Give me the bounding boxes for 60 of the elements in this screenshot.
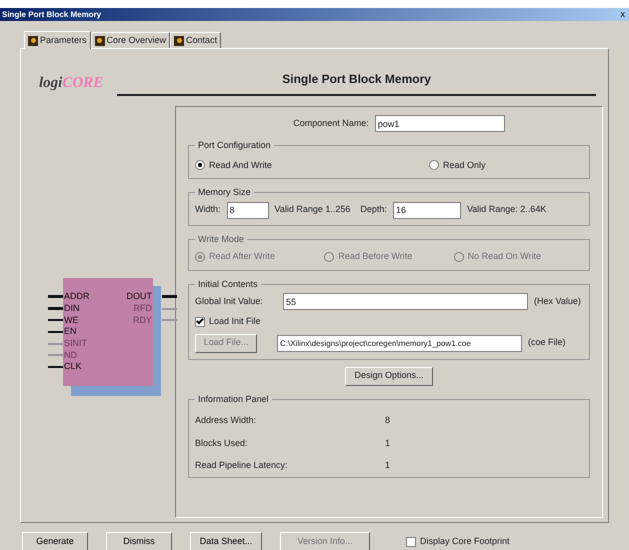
tab[interactable]: Core Overview [90, 32, 170, 48]
info-label: Address Width: [195, 414, 258, 427]
field-hint: (Hex Value) [534, 294, 581, 308]
pin-label: ND [64, 350, 77, 360]
info-value: 8 [385, 414, 390, 427]
info-label: Read Pipeline Latency: [195, 459, 289, 472]
tab[interactable]: Parameters [24, 31, 91, 49]
tab-icon [28, 36, 38, 46]
field-hint: (coe File) [528, 336, 566, 350]
checkbox[interactable] [195, 316, 205, 327]
checkbox-label: Display Core Footprint [420, 534, 510, 548]
global-init-field[interactable]: 55 [283, 293, 528, 310]
radio-label: Read Only [443, 158, 486, 172]
tab-icon [94, 36, 105, 46]
radio-button[interactable] [429, 160, 439, 170]
radio-label: No Read On Write [468, 250, 542, 263]
checkbox-label: Load Init File [209, 315, 261, 328]
component-name-field[interactable]: pow1 [374, 115, 505, 132]
pin-label: DIN [64, 304, 80, 314]
window-title: Single Port Block Memory [2, 8, 102, 20]
radio-label: Read And Write [209, 158, 272, 172]
info-label: Blocks Used: [195, 436, 249, 450]
field-label: Component Name: [293, 116, 369, 130]
file-path-field[interactable]: C:\Xilinx\designs\project\coregen\memory1_pow1.coe [277, 334, 522, 352]
group-title: Write Mode [197, 232, 245, 246]
width-field[interactable]: 8 [226, 202, 269, 218]
pin-label: CLK [64, 362, 82, 372]
depth-field[interactable]: 16 [392, 202, 461, 218]
range-hint: Valid Range 1..256 [274, 203, 350, 216]
pin-label: WE [64, 316, 78, 325]
radio-label: Read Before Write [338, 250, 412, 263]
design-options-button[interactable]: Design Options... [345, 366, 433, 386]
pin-label: SINIT [64, 339, 88, 348]
pin-label: RFD [134, 304, 152, 314]
field-label: Width: [195, 203, 221, 216]
tab-icon [174, 36, 184, 46]
pin-label: EN [64, 327, 77, 336]
field-label: Depth: [360, 203, 387, 216]
check-mark-icon [196, 316, 204, 325]
dialog-button[interactable]: Dismiss [106, 532, 172, 550]
group-title: Memory Size [197, 186, 252, 199]
group-title: Port Configuration [197, 139, 272, 152]
range-hint: Valid Range: 2..64K [466, 203, 546, 216]
pin-label: RDY [132, 316, 152, 325]
pin-label: DOUT [126, 292, 152, 302]
radio-label: Read After Write [209, 250, 275, 263]
radio-button[interactable] [195, 160, 205, 170]
page-title: Single Port Block Memory [282, 71, 431, 88]
field-label: Global Init Value: [195, 294, 264, 308]
close-button[interactable]: x [618, 10, 627, 19]
dialog-button[interactable]: Data Sheet... [190, 532, 262, 550]
logo: logiCORE [39, 74, 104, 92]
info-value: 1 [385, 436, 390, 450]
group-title: Initial Contents [197, 278, 259, 290]
pin-label: ADDR [64, 292, 90, 302]
group-title: Information Panel [197, 392, 270, 406]
info-value: 1 [385, 459, 390, 472]
checkbox[interactable] [406, 536, 416, 546]
tab[interactable]: Contact [170, 32, 222, 48]
dialog-button[interactable]: Generate [22, 532, 88, 550]
